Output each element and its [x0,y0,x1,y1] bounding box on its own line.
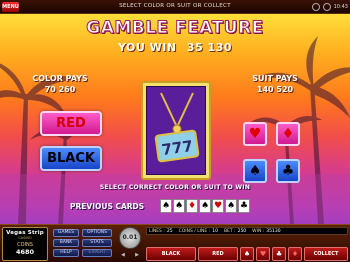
red-button[interactable]: RED [40,111,102,136]
top-instruction: SELECT COLOR OR SUIT OR COLLECT [119,3,231,9]
previous-cards-label: PREVIOUS CARDS [70,202,145,211]
previous-card: ♠ [160,199,172,213]
help-button[interactable]: HELP [53,249,79,257]
previous-card: ♣ [238,199,250,213]
bank-button[interactable]: BANK [53,239,79,247]
color-pays-label: COLOR PAYS [32,74,88,83]
stats-button[interactable]: STATS [82,239,112,247]
games-button[interactable]: GAMES [53,229,79,237]
bet-info-bar: LINES : 25 COINS / LINE : 10 BET : 250 W… [146,227,348,235]
coin-decrease-icon[interactable]: ◀ [121,252,125,258]
diamonds-button[interactable]: ♦ [276,122,300,146]
bet-label: BET : [223,228,236,234]
previous-card: ♦ [186,199,198,213]
previous-card: ♥ [212,199,224,213]
suit-pays: SUIT PAYS 140 520 [245,73,305,95]
win-amount: 35 130 [186,41,233,54]
coins-line-value: 10 [212,228,218,234]
control-console: Vegas Strip CASINO COINS 4680 GAMES OPTI… [0,224,350,262]
gamble-card: 777 [141,81,211,180]
expert-button[interactable]: EXPERT [82,249,112,257]
top-controls: 10:43 [311,2,348,12]
coin-increase-icon[interactable]: ▶ [135,252,139,258]
options-button[interactable]: OPTIONS [82,229,112,237]
suit-pays-value: 140 520 [256,85,294,94]
card-back: 777 [146,86,206,175]
color-pays-value: 70 260 [44,85,76,94]
lucky-777-icon: 777 [154,92,200,163]
console-spades-button[interactable]: ♠ [240,247,254,261]
console-black-button[interactable]: BLACK [146,247,196,261]
sound-icon[interactable] [311,3,320,11]
top-bar: MENU SELECT COLOR OR SUIT OR COLLECT 10:… [0,0,350,14]
clubs-button[interactable]: ♣ [276,159,300,183]
console-diamonds-button[interactable]: ♦ [288,247,302,261]
gamble-instruction: SELECT CORRECT COLOR OR SUIT TO WIN [99,184,251,191]
console-hearts-button[interactable]: ♥ [256,247,270,261]
color-pays: COLOR PAYS 70 260 [30,73,90,95]
lines-value: 25 [166,228,173,234]
win-label: YOU WIN [117,41,177,54]
bet-value: 250 [237,228,247,234]
coin-size-selector[interactable]: 0.01 [119,227,141,249]
hearts-button[interactable]: ♥ [243,122,267,146]
win-info-value: 35130 [266,228,281,234]
lines-label: LINES : [149,228,165,234]
settings-icon[interactable] [322,3,331,11]
black-button[interactable]: BLACK [40,146,102,171]
coins-line-label: COINS / LINE : [178,228,211,234]
previous-card: ♠ [199,199,211,213]
previous-card: ♠ [225,199,237,213]
gamble-title: GAMBLE FEATURE [86,18,264,39]
clock: 10:43 [333,4,348,10]
spades-button[interactable]: ♠ [243,159,267,183]
win-info-label: WIN : [252,228,265,234]
coin-size-arrows: ◀ ▶ [121,252,139,258]
previous-card: ♠ [173,199,185,213]
collect-button[interactable]: COLLECT [304,247,348,261]
gamble-scene: GAMBLE FEATURE YOU WIN 35 130 COLOR PAYS… [0,14,350,224]
win-display: YOU WIN 35 130 [0,41,350,54]
suit-pays-label: SUIT PAYS [252,74,298,83]
console-clubs-button[interactable]: ♣ [272,247,286,261]
console-red-button[interactable]: RED [198,247,238,261]
logo-subtitle: CASINO [18,236,32,240]
coins-balance: 4680 [15,248,35,256]
casino-logo: Vegas Strip CASINO COINS 4680 [2,227,48,261]
previous-cards: ♠ ♠ ♦ ♠ ♥ ♠ ♣ [160,199,250,213]
